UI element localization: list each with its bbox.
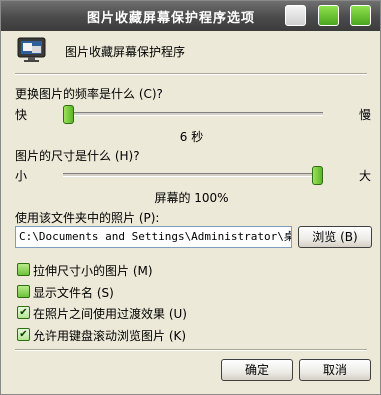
size-slider-track[interactable] bbox=[63, 173, 323, 177]
frequency-max-label: 慢 bbox=[359, 108, 372, 122]
ok-button[interactable]: 确定 bbox=[221, 359, 293, 381]
separator bbox=[15, 73, 367, 75]
keyboard-scroll-label[interactable]: 允许用键盘滚动浏览图片 (K) bbox=[33, 327, 186, 344]
dialog-window: 图片收藏屏幕保护程序选项 图片收藏屏幕保护程序 更换图片的频率是什么 (C)? … bbox=[0, 0, 381, 395]
size-min-label: 小 bbox=[15, 169, 28, 183]
size-slider-thumb[interactable] bbox=[312, 166, 323, 185]
transition-effects-checkbox[interactable]: ✔ bbox=[17, 306, 30, 319]
frequency-slider-thumb[interactable] bbox=[63, 105, 74, 124]
size-question: 图片的尺寸是什么 (H)? bbox=[15, 149, 140, 163]
browse-button[interactable]: 浏览 (B) bbox=[298, 226, 372, 248]
app-name: 图片收藏屏幕保护程序 bbox=[65, 45, 186, 59]
size-value: 屏幕的 100% bbox=[154, 191, 229, 205]
frequency-min-label: 快 bbox=[15, 108, 28, 122]
folder-path-field[interactable]: C:\Documents and Settings\Administrator\… bbox=[15, 226, 292, 248]
transition-effects-label[interactable]: 在照片之间使用过渡效果 (U) bbox=[33, 305, 187, 322]
separator bbox=[15, 349, 367, 351]
keyboard-scroll-checkbox[interactable]: ✔ bbox=[17, 328, 30, 341]
show-filename-label[interactable]: 显示文件名 (S) bbox=[33, 284, 114, 301]
frequency-question: 更换图片的频率是什么 (C)? bbox=[15, 87, 163, 101]
stretch-small-images-checkbox[interactable] bbox=[17, 263, 30, 276]
frequency-value: 6 秒 bbox=[179, 130, 204, 144]
cancel-button[interactable]: 取消 bbox=[299, 359, 371, 381]
minimize-button[interactable] bbox=[318, 5, 339, 26]
stretch-small-images-label[interactable]: 拉伸尺寸小的图片 (M) bbox=[33, 262, 153, 279]
show-filename-checkbox[interactable] bbox=[17, 285, 30, 298]
help-button[interactable] bbox=[285, 5, 306, 26]
folder-label: 使用该文件夹中的照片 (P): bbox=[15, 211, 160, 225]
close-button[interactable] bbox=[350, 5, 371, 26]
title-bar[interactable]: 图片收藏屏幕保护程序选项 bbox=[1, 1, 380, 31]
screensaver-icon bbox=[17, 37, 47, 63]
frequency-slider-track[interactable] bbox=[63, 112, 323, 116]
size-max-label: 大 bbox=[359, 169, 372, 183]
